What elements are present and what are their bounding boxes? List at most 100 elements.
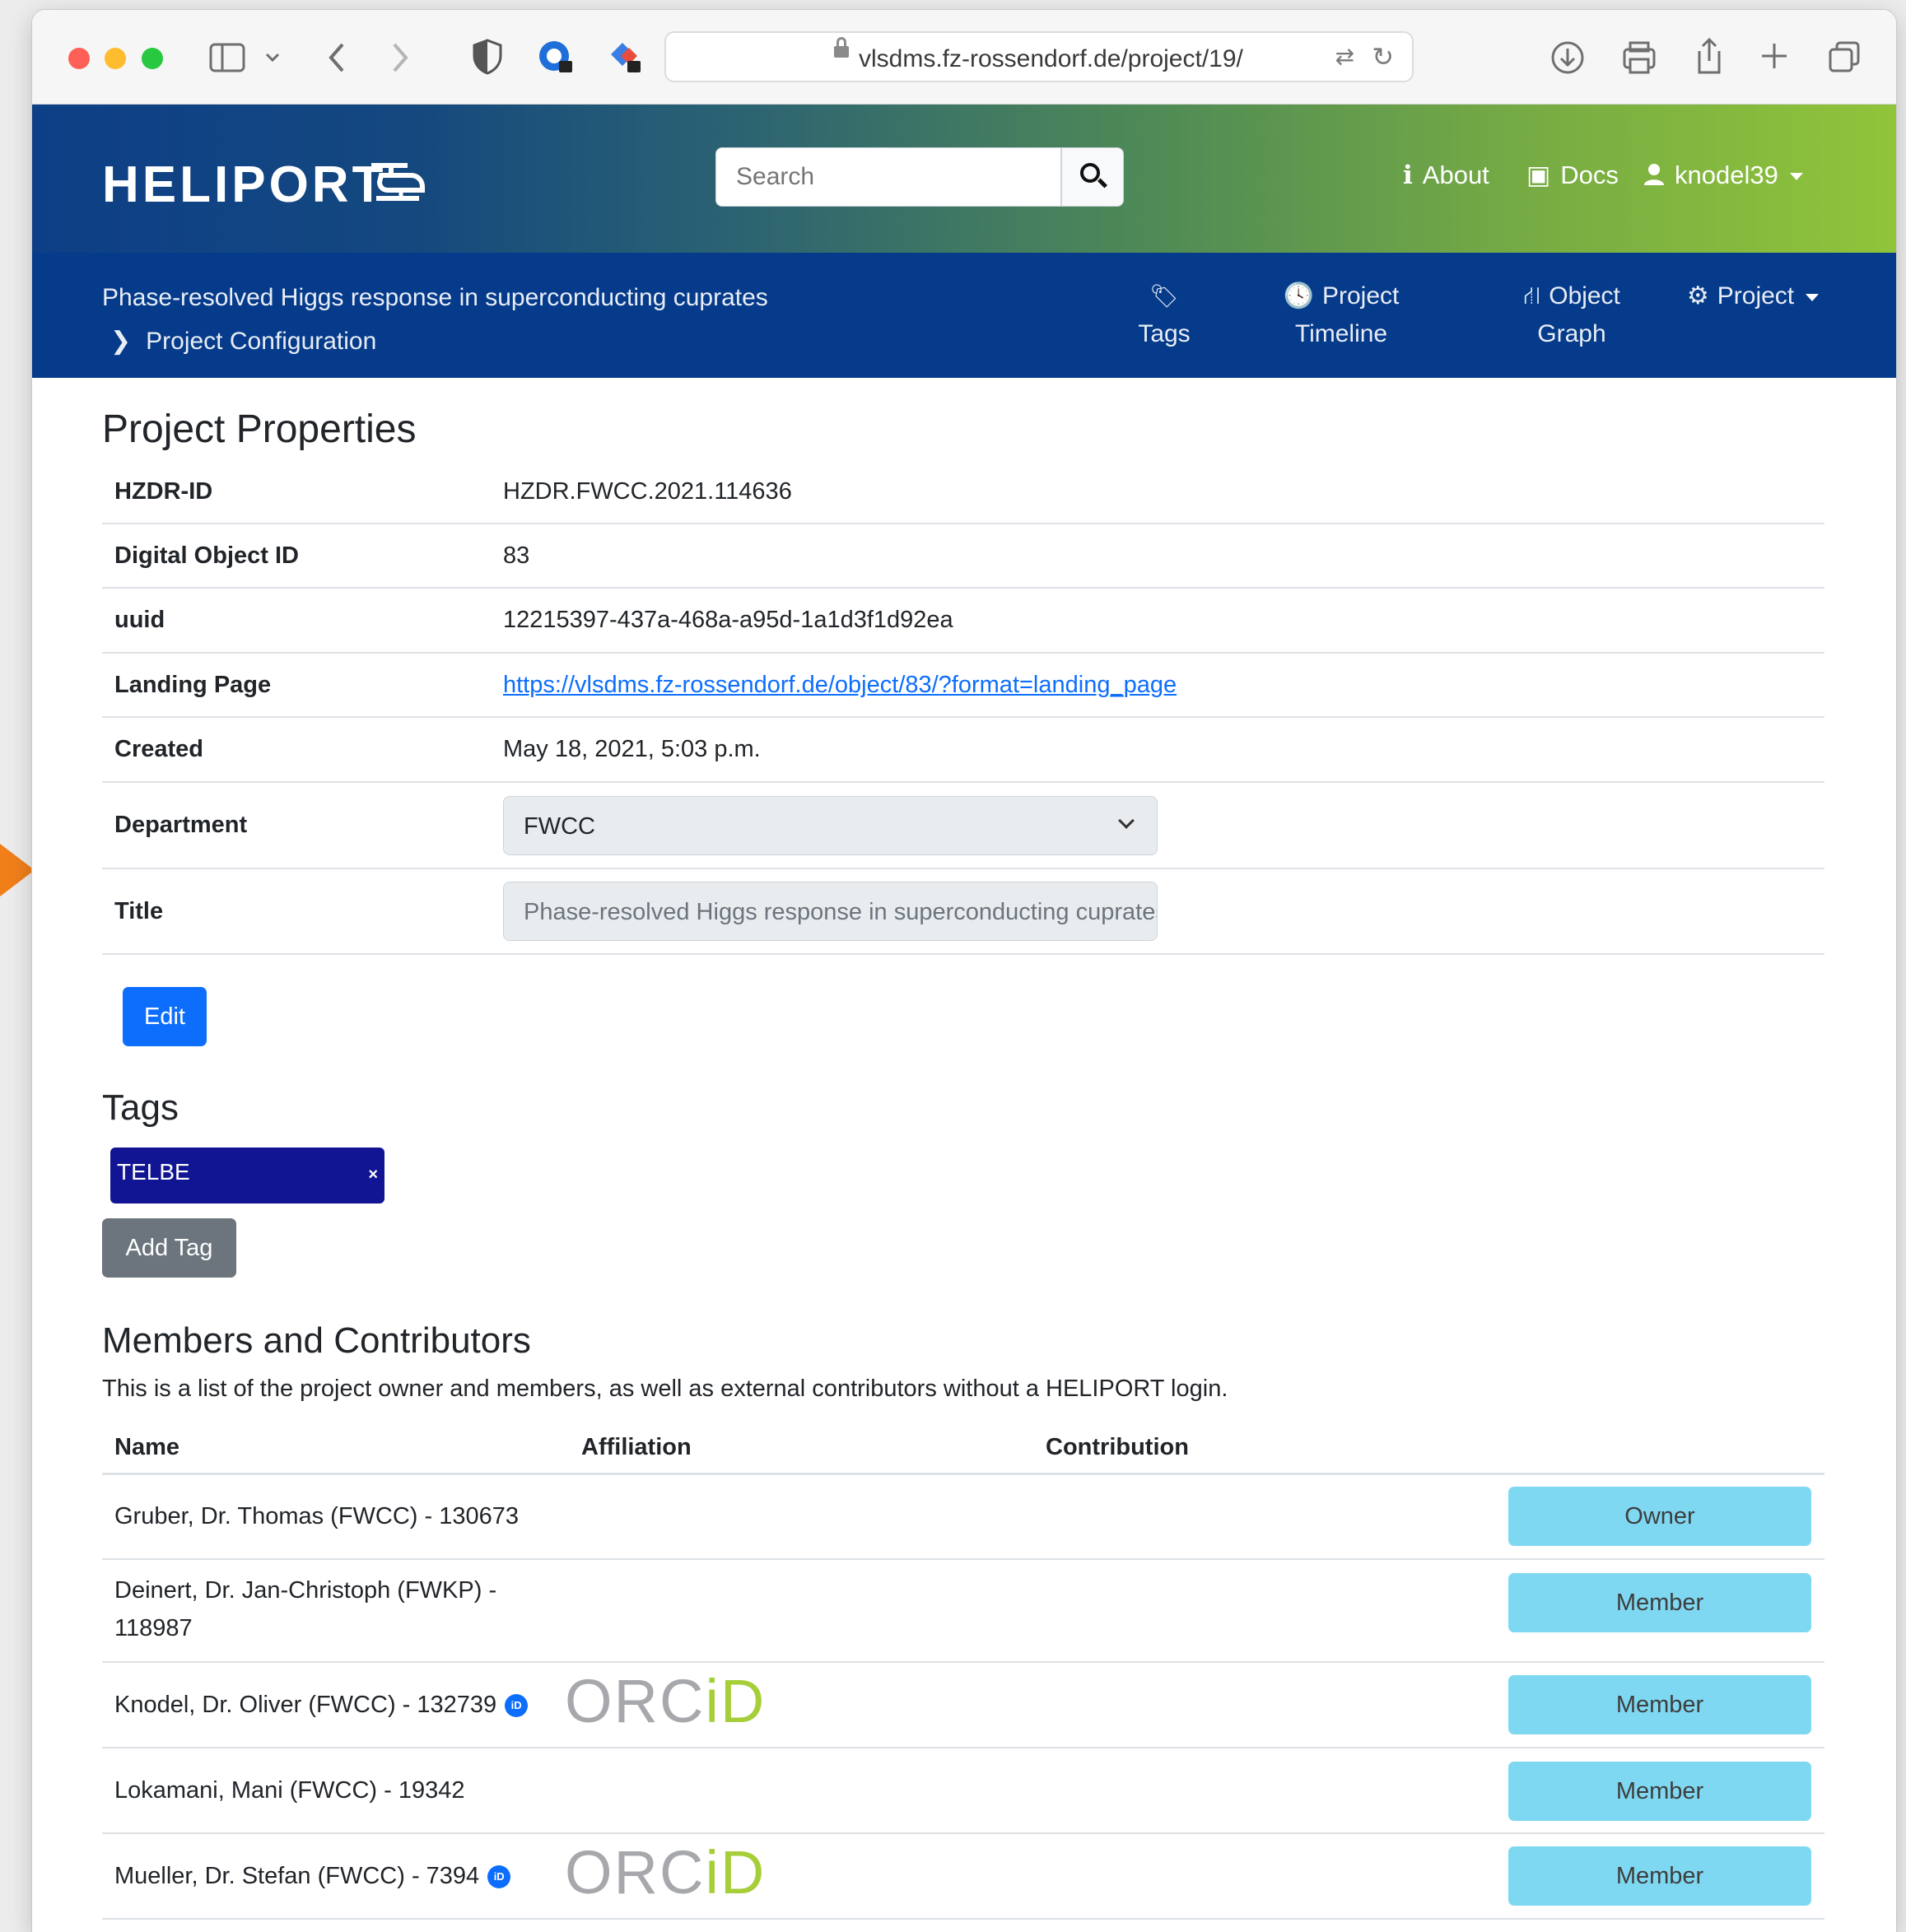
edit-button[interactable]: Edit <box>123 987 207 1046</box>
orcid-logo[interactable]: ORCiD <box>565 1837 766 1907</box>
project-navbar: Phase-resolved Higgs response in superco… <box>32 253 1896 378</box>
user-icon <box>1644 164 1664 185</box>
privacy-shield-icon[interactable] <box>471 38 504 76</box>
search-icon <box>1080 163 1100 183</box>
table-row: Knodel, Dr. Oliver (FWCC) - 132739 iD ORC… <box>102 1663 1824 1748</box>
property-value: May 18, 2021, 5:03 p.m. <box>503 736 761 762</box>
project-properties-heading: Project Properties <box>102 407 417 451</box>
member-name: Lokamani, Mani (FWCC) - 19342 <box>114 1777 465 1804</box>
property-value: HZDR.FWCC.2021.114636 <box>503 478 792 505</box>
role-button[interactable]: Member <box>1508 1846 1811 1906</box>
chevron-down-icon <box>1118 812 1135 829</box>
forward-icon[interactable] <box>388 41 412 74</box>
clock-icon: 🕓 <box>1283 282 1314 310</box>
search-field[interactable] <box>715 147 1061 207</box>
add-tag-button[interactable]: Add Tag <box>102 1218 236 1278</box>
user-menu[interactable]: knodel39 <box>1643 161 1803 190</box>
orcid-id-icon[interactable]: iD <box>487 1865 511 1889</box>
sidebar-toggle-icon[interactable] <box>209 41 245 74</box>
gears-icon: ⚙ <box>1686 282 1709 310</box>
tags-heading: Tags <box>102 1087 179 1128</box>
column-header-name: Name <box>114 1434 179 1460</box>
member-name: Mueller, Dr. Stefan (FWCC) - 7394 <box>114 1863 480 1889</box>
chevron-down-icon[interactable] <box>264 51 281 64</box>
print-icon[interactable] <box>1621 40 1657 76</box>
property-key: Digital Object ID <box>114 542 299 569</box>
caret-down-icon <box>1806 293 1820 301</box>
new-tab-icon[interactable] <box>1759 41 1789 71</box>
members-heading: Members and Contributors <box>102 1320 531 1361</box>
about-link[interactable]: ℹ About <box>1403 161 1489 190</box>
lock-icon <box>834 37 849 58</box>
property-key: uuid <box>114 607 165 633</box>
landing-page-link[interactable]: https://vlsdms.fz-rossendorf.de/object/8… <box>503 672 1177 699</box>
translate-icon[interactable]: ⇄ <box>1335 43 1354 70</box>
department-select[interactable]: FWCC <box>503 796 1158 855</box>
nav-project-timeline[interactable]: 🕓 Project Timeline <box>1251 277 1432 353</box>
role-button[interactable]: Member <box>1508 1573 1811 1632</box>
tag-chip[interactable]: TELBE × <box>110 1148 384 1203</box>
breadcrumb[interactable]: ❯ Project Configuration <box>110 327 376 356</box>
table-row: Gruber, Dr. Thomas (FWCC) - 130673 Owner <box>102 1474 1824 1560</box>
title-row: Title Phase-resolved Higgs response in s… <box>102 869 1824 955</box>
browser-window: vlsdms.fz-rossendorf.de/project/19/ ⇄ ↻ <box>32 10 1896 1932</box>
property-row: Digital Object ID 83 <box>102 524 1824 589</box>
url-text: vlsdms.fz-rossendorf.de/project/19/ <box>859 45 1243 72</box>
member-name: Deinert, Dr. Jan-Christoph (FWKP) - 1189… <box>114 1577 497 1641</box>
member-name-cell: Knodel, Dr. Oliver (FWCC) - 132739 iD <box>114 1686 576 1724</box>
password-extension-icon[interactable] <box>536 38 576 77</box>
caret-down-icon <box>1789 173 1803 181</box>
helicopter-icon <box>371 163 425 201</box>
role-button[interactable]: Owner <box>1508 1487 1811 1546</box>
site-header: HELIPORT ℹAbout ▣Docs knodel39 <box>32 105 1896 253</box>
close-window-button[interactable] <box>68 48 90 69</box>
zoom-window-button[interactable] <box>142 48 163 69</box>
property-row: Created May 18, 2021, 5:03 p.m. <box>102 718 1824 783</box>
remove-tag-icon[interactable]: × <box>368 1166 378 1185</box>
search-button[interactable] <box>1061 147 1124 207</box>
search-input[interactable] <box>716 148 1060 206</box>
table-row: Deinert, Dr. Jan-Christoph (FWKP) - 1189… <box>102 1560 1824 1663</box>
role-button[interactable]: Member <box>1508 1762 1811 1821</box>
members-description: This is a list of the project owner and … <box>102 1376 1228 1402</box>
extension-icon[interactable] <box>604 38 644 77</box>
property-key: Department <box>114 812 248 838</box>
nav-project-menu[interactable]: ⚙ Project <box>1658 277 1848 315</box>
title-input[interactable]: Phase-resolved Higgs response in superco… <box>503 882 1158 941</box>
pointer-arrow-icon <box>0 844 35 896</box>
column-header-contribution: Contribution <box>1046 1434 1189 1460</box>
member-name: Gruber, Dr. Thomas (FWCC) - 130673 <box>114 1503 520 1529</box>
property-row: Landing Page https://vlsdms.fz-rossendor… <box>102 654 1824 718</box>
minimize-window-button[interactable] <box>105 48 126 69</box>
member-name-cell: Mueller, Dr. Stefan (FWCC) - 7394 iD <box>114 1857 576 1895</box>
department-row: Department FWCC <box>102 783 1824 869</box>
main-content: Project Properties HZDR-ID HZDR.FWCC.202… <box>32 378 1896 1932</box>
tags-icon: 🏷 <box>1149 283 1179 309</box>
downloads-icon[interactable] <box>1549 40 1586 76</box>
table-row: Lokamani, Mani (FWCC) - 19342 Member <box>102 1748 1824 1834</box>
chevron-right-icon: ❯ <box>110 328 132 355</box>
property-row: uuid 12215397-437a-468a-a95d-1a1d3f1d92e… <box>102 589 1824 654</box>
nav-object-graph[interactable]: ⛙ Object Graph <box>1481 277 1662 353</box>
role-button[interactable]: Member <box>1508 1675 1811 1734</box>
heliport-logo[interactable]: HELIPORT <box>102 156 386 214</box>
back-icon[interactable] <box>324 41 349 74</box>
column-header-affiliation: Affiliation <box>581 1434 692 1460</box>
property-key: HZDR-ID <box>114 478 213 505</box>
property-row: HZDR-ID HZDR.FWCC.2021.114636 <box>102 460 1824 524</box>
share-icon[interactable] <box>1693 36 1726 76</box>
address-bar[interactable]: vlsdms.fz-rossendorf.de/project/19/ ⇄ ↻ <box>664 31 1414 82</box>
project-title-link[interactable]: Phase-resolved Higgs response in superco… <box>102 284 768 312</box>
book-icon: ▣ <box>1526 161 1551 189</box>
property-key: Landing Page <box>114 672 272 698</box>
nav-tags[interactable]: 🏷 Tags <box>1102 277 1226 353</box>
orcid-id-icon[interactable]: iD <box>505 1694 529 1718</box>
property-key: Title <box>114 898 164 924</box>
docs-link[interactable]: ▣ Docs <box>1526 161 1619 190</box>
orcid-logo[interactable]: ORCiD <box>565 1666 766 1736</box>
property-key: Created <box>114 736 203 762</box>
info-icon: ℹ <box>1403 161 1413 189</box>
tab-overview-icon[interactable] <box>1827 40 1862 74</box>
reload-icon[interactable]: ↻ <box>1372 41 1394 72</box>
property-value: 12215397-437a-468a-a95d-1a1d3f1d92ea <box>503 607 953 633</box>
